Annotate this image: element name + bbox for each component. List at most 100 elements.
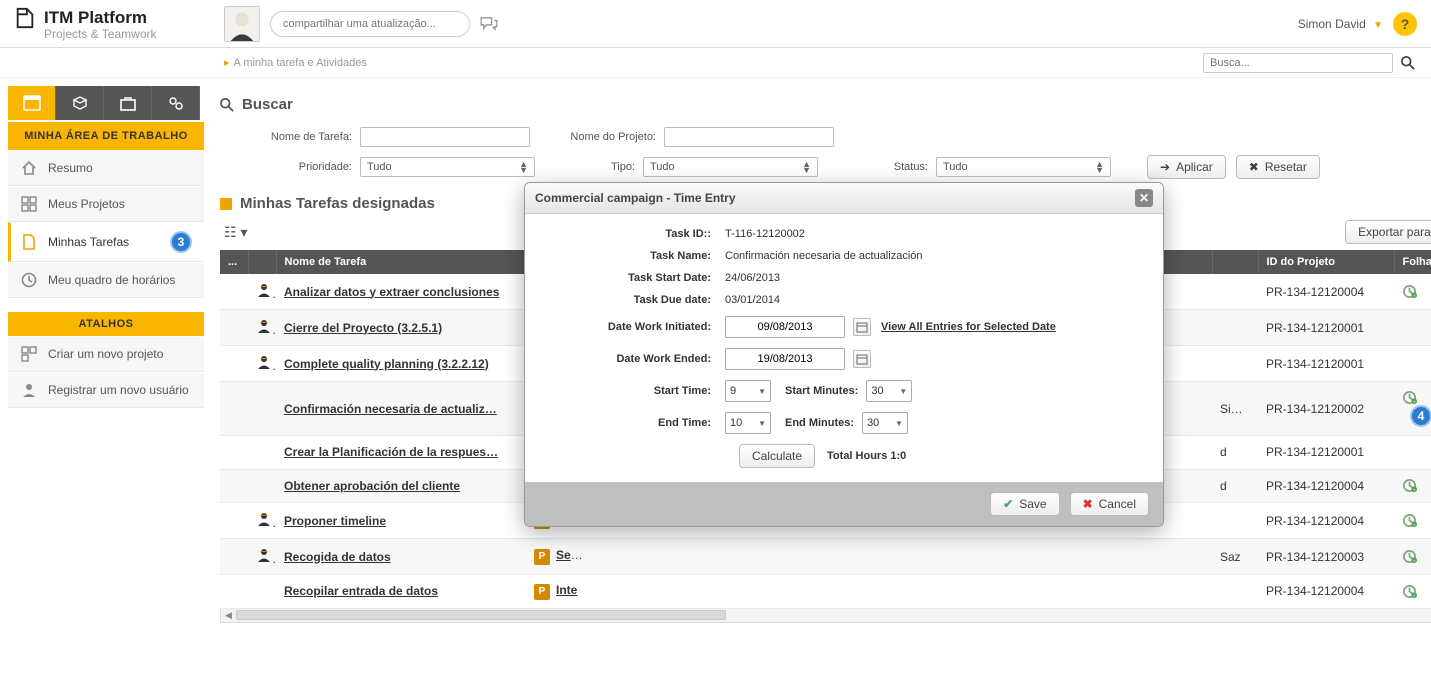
timesheet-add-icon[interactable]: + xyxy=(1402,584,1431,599)
sidebar-tab-cubes[interactable] xyxy=(56,86,104,120)
sidebar-shortcut-novo-usuario[interactable]: Registrar um novo usuário xyxy=(8,372,204,408)
sidebar-item-resumo[interactable]: Resumo xyxy=(8,150,204,186)
search-title-label: Buscar xyxy=(242,96,293,113)
task-link[interactable]: Analizar datos y extraer conclusiones xyxy=(284,285,499,299)
breadcrumb[interactable]: A minha tarefa e Atividades xyxy=(234,57,367,69)
project-id-cell: PR-134-12120004 xyxy=(1258,469,1394,503)
task-link[interactable]: Recogida de datos xyxy=(284,550,391,564)
share-input[interactable] xyxy=(270,11,470,37)
reset-button[interactable]: ✖Resetar xyxy=(1236,155,1320,179)
task-link[interactable]: Confirmación necesaria de actualiz… xyxy=(284,402,497,416)
drag-cell[interactable] xyxy=(220,310,248,346)
svg-text:+: + xyxy=(1413,593,1416,598)
button-label: Cancel xyxy=(1099,497,1136,511)
table-row[interactable]: Recogida de datosPSecoSazPR-134-12120003… xyxy=(220,539,1431,575)
start-time-select[interactable]: 9▼ xyxy=(725,380,771,402)
global-search-input[interactable] xyxy=(1203,53,1393,73)
drag-cell[interactable] xyxy=(220,469,248,503)
save-button[interactable]: ✔Save xyxy=(990,492,1059,516)
timesheet-cell xyxy=(1394,310,1431,346)
drag-cell[interactable] xyxy=(220,382,248,436)
drag-cell[interactable] xyxy=(220,539,248,575)
table-row[interactable]: Recopilar entrada de datosPIntePR-134-12… xyxy=(220,575,1431,609)
status-select[interactable]: Tudo ▲▼ xyxy=(936,157,1111,177)
dialog-title-bar[interactable]: Commercial campaign - Time Entry ✕ xyxy=(525,183,1163,214)
col-task[interactable]: Nome de Tarefa xyxy=(276,250,526,274)
drag-cell[interactable] xyxy=(220,575,248,609)
close-icon: ✖ xyxy=(1249,160,1259,174)
task-link[interactable]: Recopilar entrada de datos xyxy=(284,584,438,598)
work-end-label: Date Work Ended: xyxy=(555,353,725,365)
work-init-label: Date Work Initiated: xyxy=(555,321,725,333)
work-init-input[interactable] xyxy=(725,316,845,338)
timesheet-add-icon[interactable]: + xyxy=(1402,390,1431,405)
avatar[interactable] xyxy=(224,6,260,42)
apply-button[interactable]: ➔Aplicar xyxy=(1147,155,1226,179)
drag-cell[interactable] xyxy=(220,274,248,310)
timesheet-cell: + xyxy=(1394,469,1431,503)
cancel-button[interactable]: ✖Cancel xyxy=(1070,492,1149,516)
project-id-cell: PR-134-12120004 xyxy=(1258,503,1394,539)
start-min-select[interactable]: 30▼ xyxy=(866,380,912,402)
view-all-entries-link[interactable]: View All Entries for Selected Date xyxy=(881,321,1056,333)
sidebar-tab-workspace[interactable] xyxy=(8,86,56,120)
drag-cell[interactable] xyxy=(220,503,248,539)
calendar-icon[interactable] xyxy=(853,318,871,336)
drag-cell[interactable] xyxy=(220,346,248,382)
timesheet-add-icon[interactable]: + xyxy=(1402,513,1431,528)
timesheet-add-icon[interactable]: + xyxy=(1402,549,1431,564)
chat-icon[interactable] xyxy=(480,17,498,31)
task-link[interactable]: Proponer timeline xyxy=(284,514,386,528)
horizontal-scrollbar[interactable]: ◀ ▶ xyxy=(220,609,1431,623)
task-cell: Analizar datos y extraer conclusiones xyxy=(276,274,526,310)
sidebar-tab-briefcase[interactable] xyxy=(104,86,152,120)
task-link[interactable]: Complete quality planning (3.2.2.12) xyxy=(284,357,489,371)
task-name-input[interactable] xyxy=(360,127,530,147)
timesheet-add-icon[interactable]: + xyxy=(1402,478,1431,493)
task-link[interactable]: Cierre del Proyecto (3.2.5.1) xyxy=(284,321,442,335)
sidebar-item-label: Minhas Tarefas xyxy=(48,235,129,249)
task-cell: Obtener aprobación del cliente xyxy=(276,469,526,503)
select-value: Tudo xyxy=(943,161,968,173)
type-select[interactable]: Tudo ▲▼ xyxy=(643,157,818,177)
help-button[interactable]: ? xyxy=(1393,12,1417,36)
col-project-id[interactable]: ID do Projeto xyxy=(1258,250,1394,274)
drag-cell[interactable] xyxy=(220,436,248,470)
task-link[interactable]: Obtener aprobación del cliente xyxy=(284,479,460,493)
task-cell: Cierre del Proyecto (3.2.5.1) xyxy=(276,310,526,346)
work-end-input[interactable] xyxy=(725,348,845,370)
extra-cell xyxy=(1212,274,1258,310)
user-menu[interactable]: Simon David ▼ xyxy=(1298,17,1383,31)
person-cell xyxy=(248,539,276,575)
task-cell: Recogida de datos xyxy=(276,539,526,575)
sidebar-shortcut-novo-projeto[interactable]: Criar um novo projeto xyxy=(8,336,204,372)
project-name-input[interactable] xyxy=(664,127,834,147)
calendar-icon[interactable] xyxy=(853,350,871,368)
project-cell: PInte xyxy=(526,575,592,609)
badge-count: 3 xyxy=(170,231,192,253)
sidebar-item-label: Criar um novo projeto xyxy=(48,347,163,361)
timesheet-add-icon[interactable]: + xyxy=(1402,284,1431,299)
calculate-button[interactable]: Calculate xyxy=(739,444,815,468)
task-link[interactable]: Crear la Planificación de la respues… xyxy=(284,445,498,459)
dialog-close-button[interactable]: ✕ xyxy=(1135,189,1153,207)
person-cell xyxy=(248,503,276,539)
col-timesheet[interactable]: Folha de tempo xyxy=(1394,250,1431,274)
col-icon[interactable] xyxy=(248,250,276,274)
project-link[interactable]: Seco xyxy=(556,548,585,562)
project-link[interactable]: Inte xyxy=(556,583,577,597)
end-time-select[interactable]: 10▼ xyxy=(725,412,771,434)
sidebar-item-meu-quadro[interactable]: Meu quadro de horários xyxy=(8,262,204,298)
col-drag[interactable]: ... xyxy=(220,250,248,274)
priority-select[interactable]: Tudo ▲▼ xyxy=(360,157,535,177)
col-extra[interactable] xyxy=(1212,250,1258,274)
sidebar-item-meus-projetos[interactable]: Meus Projetos xyxy=(8,186,204,222)
end-min-select[interactable]: 30▼ xyxy=(862,412,908,434)
scroll-left-icon[interactable]: ◀ xyxy=(221,610,236,621)
sidebar-tab-settings[interactable] xyxy=(152,86,200,120)
search-icon[interactable] xyxy=(1399,54,1417,72)
view-toggle[interactable]: ☷ ▾ xyxy=(220,222,251,243)
button-label: Save xyxy=(1019,497,1046,511)
export-excel-button[interactable]: Exportar para Excel xyxy=(1345,220,1431,244)
sidebar-item-minhas-tarefas[interactable]: Minhas Tarefas 3 xyxy=(8,222,204,262)
